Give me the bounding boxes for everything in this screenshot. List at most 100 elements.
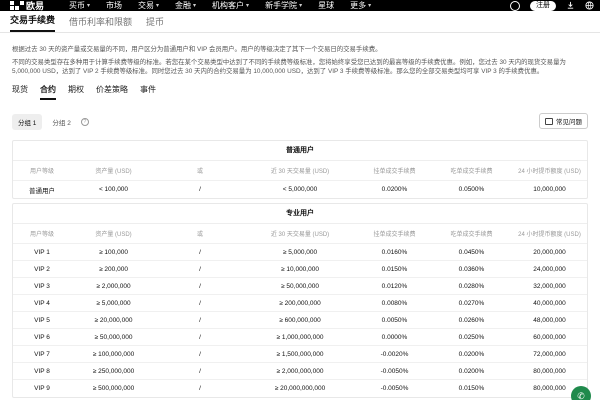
- cell-withdrawal-limit: 60,000,000: [533, 333, 566, 341]
- cell-or: /: [199, 385, 201, 392]
- top-navbar: 欧易 买币 ▾ 市场 交易 ▾ 金融 ▾ 机构客户 ▾ 新手学院 ▾ 星球 更多 ▾ 注册: [0, 0, 600, 11]
- logo-mark-icon: [10, 1, 24, 10]
- cell-taker-fee: 0.0500%: [458, 186, 485, 193]
- cell-assets: ≥ 5,000,000: [96, 299, 131, 307]
- column-header: 资产量 (USD): [95, 232, 132, 238]
- tab-options[interactable]: 期权: [68, 84, 84, 100]
- nav-more[interactable]: 更多 ▾: [350, 0, 371, 11]
- cell-level: VIP 2: [34, 265, 50, 273]
- faq-label: 常见问题: [556, 119, 582, 126]
- table-title: 专业用户: [13, 204, 587, 224]
- cell-assets: ≥ 2,000,000: [96, 282, 131, 290]
- table-row: 普通用户 < 100,000 / < 5,000,000 0.0200% 0.0…: [13, 181, 587, 198]
- cell-taker-fee: 0.0280%: [458, 282, 485, 290]
- faq-button[interactable]: 常见问题: [539, 113, 588, 129]
- cell-volume: < 5,000,000: [282, 186, 318, 193]
- cell-taker-fee: 0.0150%: [458, 385, 485, 392]
- globe-icon[interactable]: [585, 1, 594, 10]
- cell-or: /: [199, 265, 201, 273]
- chat-support-button[interactable]: ✆: [571, 386, 591, 400]
- tab-spot[interactable]: 现货: [12, 84, 28, 100]
- cell-level: 普通用户: [29, 187, 55, 195]
- cell-volume: ≥ 10,000,000: [281, 265, 319, 273]
- cell-or: /: [199, 333, 201, 341]
- cell-taker-fee: 0.0270%: [458, 299, 485, 307]
- chevron-down-icon: ▾: [87, 3, 91, 9]
- cell-level: VIP 9: [34, 385, 50, 392]
- chevron-down-icon: ▾: [193, 3, 197, 9]
- table-title: 普通用户: [13, 141, 587, 161]
- column-header: 资产量 (USD): [95, 169, 132, 175]
- primary-tabs: 交易手续费 借币利率和限额 提币: [10, 12, 164, 32]
- nav-learn[interactable]: 新手学院 ▾: [265, 0, 302, 11]
- cell-level: VIP 7: [34, 350, 50, 358]
- cell-volume: ≥ 1,000,000,000: [276, 333, 324, 341]
- cell-or: /: [199, 282, 201, 290]
- cell-withdrawal-limit: 24,000,000: [533, 265, 566, 273]
- tab-withdrawal[interactable]: 提币: [146, 15, 164, 32]
- chevron-down-icon: ▾: [299, 3, 303, 9]
- cell-maker-fee: -0.0020%: [380, 350, 409, 358]
- cell-maker-fee: 0.0050%: [381, 316, 408, 324]
- nav-market[interactable]: 市场: [106, 0, 122, 11]
- cell-assets: ≥ 500,000,000: [92, 385, 135, 392]
- cell-taker-fee: 0.0250%: [458, 333, 485, 341]
- tier-group-2[interactable]: 分组 2: [46, 114, 76, 130]
- cell-assets: ≥ 20,000,000: [94, 316, 133, 324]
- register-button[interactable]: 注册: [530, 0, 556, 11]
- column-header: 用户等级: [29, 232, 54, 238]
- cell-volume: ≥ 600,000,000: [279, 316, 321, 324]
- cell-maker-fee: -0.0050%: [380, 385, 409, 392]
- cell-volume: ≥ 1,500,000,000: [276, 350, 324, 358]
- cell-volume: ≥ 50,000,000: [281, 282, 319, 290]
- cell-maker-fee: 0.0120%: [381, 282, 408, 290]
- cell-withdrawal-limit: 80,000,000: [533, 367, 566, 375]
- cell-assets: ≥ 100,000: [99, 248, 128, 256]
- tier-group-1[interactable]: 分组 1: [12, 114, 43, 130]
- table-row: VIP 3 ≥ 2,000,000 / ≥ 50,000,000 0.0120% 0.02…: [13, 278, 587, 295]
- tab-futures[interactable]: 合约: [40, 84, 56, 100]
- cell-maker-fee: 0.0160%: [381, 248, 408, 256]
- cell-withdrawal-limit: 40,000,000: [533, 299, 566, 307]
- column-header: 吃单成交手续费: [450, 232, 493, 238]
- help-icon[interactable]: ?: [80, 118, 89, 126]
- cell-taker-fee: 0.0200%: [458, 367, 485, 375]
- table-row: VIP 7 ≥ 100,000,000 / ≥ 1,500,000,000 -0.002…: [13, 346, 587, 363]
- chevron-down-icon: ▾: [156, 3, 160, 9]
- cell-or: /: [199, 367, 201, 375]
- cell-withdrawal-limit: 20,000,000: [533, 248, 566, 256]
- cell-maker-fee: 0.0000%: [381, 333, 408, 341]
- cell-or: /: [199, 350, 201, 358]
- column-header: 挂单成交手续费: [373, 232, 416, 238]
- column-header: 或: [196, 169, 203, 175]
- nav-buy-crypto[interactable]: 买币 ▾: [69, 0, 90, 11]
- okx-logo[interactable]: 欧易: [10, 0, 44, 11]
- table-row: VIP 8 ≥ 250,000,000 / ≥ 2,000,000,000 -0.005…: [13, 363, 587, 380]
- description-line-2: 不同的交易类型存在多种用于计算手续费等级的标准。若您在某个交易类型中达到了不同的…: [12, 59, 566, 75]
- cell-level: VIP 4: [34, 299, 50, 307]
- table-row: VIP 9 ≥ 500,000,000 / ≥ 20,000,000,000 -0.00…: [13, 380, 587, 397]
- column-header: 近 30 天交易量 (USD): [270, 169, 330, 175]
- tab-trading-fees[interactable]: 交易手续费: [10, 13, 56, 32]
- chevron-down-icon: ▾: [246, 3, 250, 9]
- pro-user-table: 专业用户 用户等级 资产量 (USD) 或 近 30 天交易量 (USD) 挂单…: [12, 203, 588, 398]
- cell-assets: < 100,000: [98, 186, 129, 193]
- download-icon[interactable]: [566, 1, 575, 10]
- nav-institutional[interactable]: 机构客户 ▾: [212, 0, 249, 11]
- column-header: 或: [196, 232, 203, 238]
- cell-or: /: [199, 316, 201, 324]
- cell-maker-fee: 0.0080%: [381, 299, 408, 307]
- tab-spread[interactable]: 价差策略: [96, 84, 128, 100]
- nav-trade[interactable]: 交易 ▾: [138, 0, 159, 11]
- cell-volume: ≥ 2,000,000,000: [276, 367, 324, 375]
- nav-planet[interactable]: 星球: [318, 0, 334, 11]
- search-icon[interactable]: [510, 0, 520, 11]
- tab-events[interactable]: 事件: [140, 84, 156, 100]
- cell-assets: ≥ 250,000,000: [92, 367, 135, 375]
- column-header: 挂单成交手续费: [373, 169, 416, 175]
- chat-icon: ✆: [577, 391, 585, 400]
- nav-finance[interactable]: 金融 ▾: [175, 0, 196, 11]
- tab-borrow-rates[interactable]: 借币利率和限额: [69, 15, 132, 32]
- nav-right-actions: 注册: [510, 0, 594, 11]
- cell-level: VIP 5: [34, 316, 50, 324]
